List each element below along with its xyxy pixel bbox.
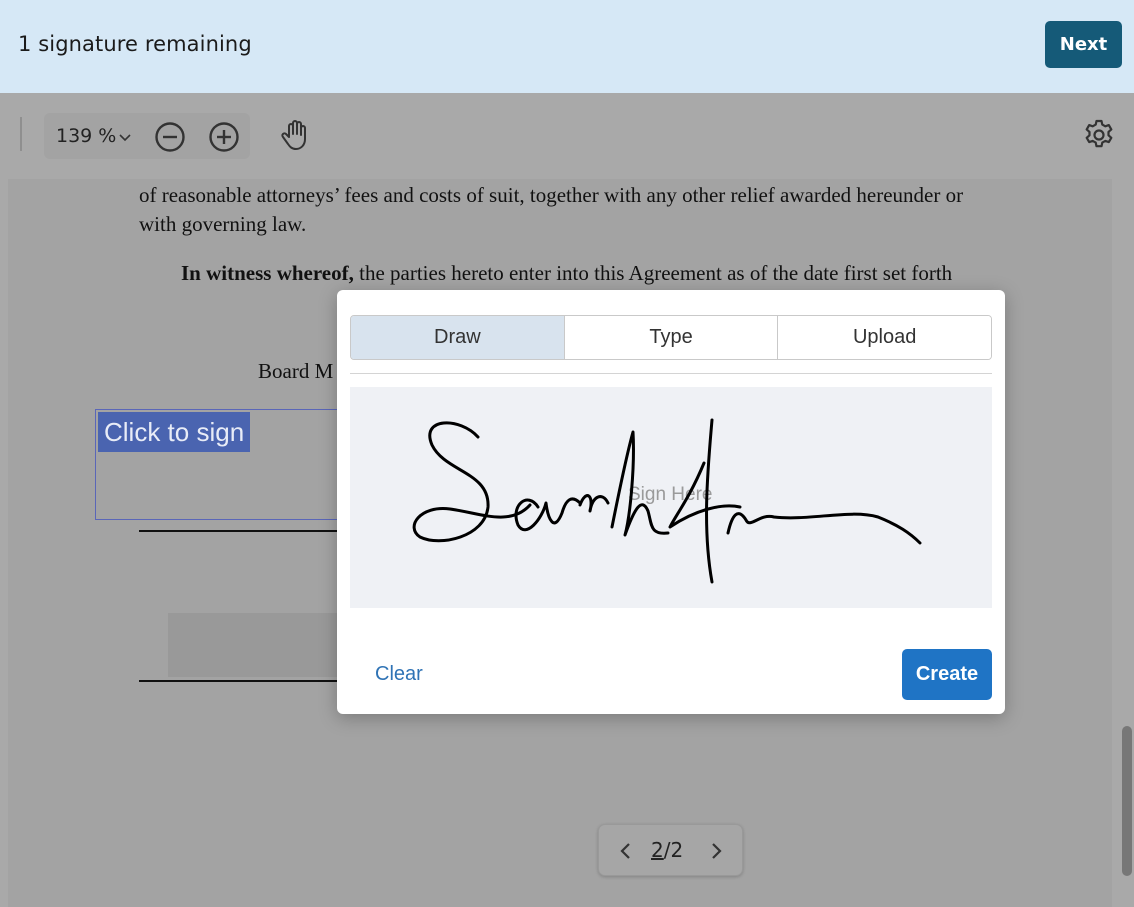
date-field[interactable]: [168, 613, 340, 677]
zoom-controls: 139 %: [44, 113, 250, 159]
signature-dialog: Draw Type Upload Sign Here Clear Create: [337, 290, 1005, 714]
gear-icon[interactable]: [1082, 118, 1116, 152]
page-indicator: 2/2: [651, 838, 683, 862]
create-button[interactable]: Create: [902, 649, 992, 700]
document-line: of reasonable attorneys’ fees and costs …: [139, 183, 964, 207]
signature-line: [139, 530, 340, 532]
next-button[interactable]: Next: [1045, 21, 1122, 68]
toolbar-divider: [20, 117, 22, 151]
page-navigator: 2/2: [598, 824, 743, 876]
witness-text: the parties hereto enter into this Agree…: [353, 261, 953, 285]
zoom-in-icon[interactable]: [207, 120, 241, 154]
signing-banner: 1 signature remaining Next: [0, 0, 1134, 93]
signatures-remaining-text: 1 signature remaining: [18, 32, 252, 56]
board-member-label: Board M: [258, 359, 334, 383]
document-line: with governing law.: [139, 212, 307, 236]
signature-line: [139, 680, 340, 682]
total-pages: 2: [670, 838, 684, 862]
signature-drawing-canvas[interactable]: Sign Here: [350, 387, 992, 608]
tab-upload[interactable]: Upload: [778, 316, 991, 359]
zoom-out-icon[interactable]: [153, 120, 187, 154]
chevron-down-icon[interactable]: [118, 125, 132, 149]
drawn-signature: [412, 418, 922, 584]
witness-clause: In witness whereof, the parties hereto e…: [181, 261, 952, 286]
witness-bold-text: In witness whereof,: [181, 261, 354, 285]
divider: [350, 373, 992, 374]
clear-button[interactable]: Clear: [375, 663, 423, 686]
click-to-sign-tag[interactable]: Click to sign: [98, 412, 251, 452]
viewer-toolbar: 139 %: [0, 93, 1134, 179]
signature-mode-tabs: Draw Type Upload: [350, 315, 992, 360]
current-page[interactable]: 2: [651, 838, 664, 862]
chevron-right-icon[interactable]: [706, 840, 726, 862]
tab-draw[interactable]: Draw: [351, 316, 565, 359]
tab-type[interactable]: Type: [564, 316, 779, 359]
zoom-level-select[interactable]: 139 %: [56, 125, 116, 147]
scrollbar-thumb[interactable]: [1122, 726, 1132, 876]
hand-pan-icon[interactable]: [278, 117, 314, 153]
chevron-left-icon[interactable]: [616, 840, 636, 862]
